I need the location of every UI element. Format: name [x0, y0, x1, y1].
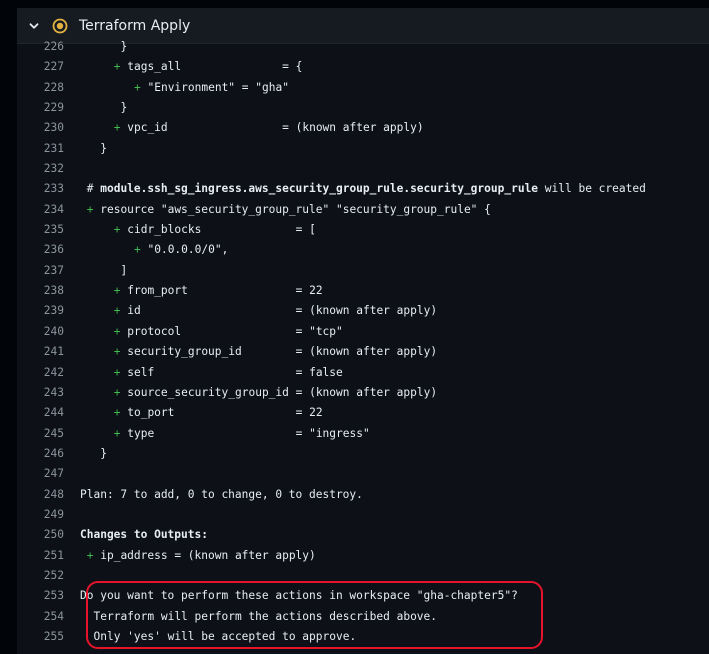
- log-text: + type = "ingress": [113, 426, 370, 440]
- line-number: 250: [43, 528, 64, 542]
- log-text: }: [120, 40, 128, 53]
- line-number: 245: [43, 426, 64, 440]
- line-number: 226: [43, 40, 64, 53]
- log-text: + "Environment" = "gha": [134, 80, 289, 94]
- log-text: + source_security_group_id = (known afte…: [113, 385, 438, 399]
- line-number: 230: [43, 121, 64, 135]
- log-text: + ip_address = (known after apply): [86, 548, 316, 562]
- plus-marker: +: [113, 121, 128, 135]
- log-text: ]: [120, 263, 128, 277]
- line-number: 244: [43, 406, 64, 420]
- log-text: Changes to Outputs:: [80, 528, 208, 542]
- line-number: 252: [43, 568, 64, 582]
- plus-marker: +: [113, 406, 128, 420]
- log-line: 227 + tags_all = {: [17, 57, 709, 77]
- line-number: 248: [43, 487, 64, 501]
- plus-marker: +: [113, 60, 128, 74]
- log-text: }: [100, 141, 107, 155]
- log-line: 236 + "0.0.0.0/0",: [17, 240, 709, 260]
- log-output: 226} 227 + tags_all = { 228 + "Environment" …: [17, 37, 709, 647]
- plus-marker: +: [113, 304, 128, 318]
- log-text: # module.ssh_sg_ingress.aws_security_gro…: [86, 182, 646, 196]
- job-log-panel: Terraform Apply 226} 227 + tags_all = { 228…: [17, 8, 709, 654]
- step-title: Terraform Apply: [79, 17, 191, 34]
- log-line: 237]: [17, 261, 709, 281]
- line-number: 233: [43, 182, 64, 196]
- plus-marker: +: [86, 548, 101, 562]
- in-progress-icon: [52, 18, 68, 34]
- line-number: 249: [43, 507, 64, 521]
- line-number: 243: [43, 385, 64, 399]
- line-number: 228: [43, 80, 64, 94]
- log-text: + to_port = 22: [113, 406, 323, 420]
- log-text: Plan: 7 to add, 0 to change, 0 to destro…: [80, 487, 363, 501]
- log-text: + "0.0.0.0/0",: [134, 243, 229, 257]
- log-text: + vpc_id = (known after apply): [113, 121, 424, 135]
- line-number: 242: [43, 365, 64, 379]
- line-number: 246: [43, 446, 64, 460]
- log-line: 242 + self = false: [17, 363, 709, 383]
- log-line: 232: [17, 159, 709, 179]
- log-text: + tags_all = {: [113, 60, 303, 74]
- line-number: 234: [43, 202, 64, 216]
- log-line: 234 + resource "aws_security_group_rule" …: [17, 200, 709, 220]
- line-number: 231: [43, 141, 64, 155]
- line-number: 235: [43, 223, 64, 237]
- log-line: 248 Plan: 7 to add, 0 to change, 0 to des…: [17, 485, 709, 505]
- log-text: + cidr_blocks = [: [113, 223, 316, 237]
- log-text: + from_port = 22: [113, 284, 323, 298]
- plus-marker: +: [113, 426, 128, 440]
- plus-marker: +: [113, 223, 128, 237]
- line-number: 238: [43, 284, 64, 298]
- log-text: + protocol = "tcp": [113, 324, 343, 338]
- plus-marker: +: [113, 385, 128, 399]
- log-line: 241 + security_group_id = (known after ap…: [17, 342, 709, 362]
- line-number: 240: [43, 324, 64, 338]
- log-line: 230 + vpc_id = (known after apply): [17, 118, 709, 138]
- log-line: 251 + ip_address = (known after apply): [17, 546, 709, 566]
- log-line: 239 + id = (known after apply): [17, 301, 709, 321]
- log-line: 228 + "Environment" = "gha": [17, 78, 709, 98]
- approval-prompt-highlight: [86, 581, 543, 649]
- plus-marker: +: [113, 324, 128, 338]
- log-line: 244 + to_port = 22: [17, 403, 709, 423]
- log-line: 249: [17, 505, 709, 525]
- log-text: }: [120, 101, 128, 115]
- log-line: 226}: [17, 37, 709, 57]
- line-number: 239: [43, 304, 64, 318]
- log-line: 245 + type = "ingress": [17, 424, 709, 444]
- log-line: 240 + protocol = "tcp": [17, 322, 709, 342]
- line-number: 227: [43, 60, 64, 74]
- log-line: 231}: [17, 139, 709, 159]
- log-line: 229}: [17, 98, 709, 118]
- line-number: 253: [43, 589, 64, 603]
- log-line: 250 Changes to Outputs:: [17, 525, 709, 545]
- log-line: 233 # module.ssh_sg_ingress.aws_security_…: [17, 179, 709, 199]
- plus-marker: +: [134, 80, 148, 94]
- line-number: 237: [43, 263, 64, 277]
- log-line: 246}: [17, 444, 709, 464]
- log-line: 235 + cidr_blocks = [: [17, 220, 709, 240]
- log-text: + self = false: [113, 365, 343, 379]
- log-text: + id = (known after apply): [113, 304, 438, 318]
- log-text: + resource "aws_security_group_rule" "se…: [86, 202, 491, 216]
- plus-marker: +: [134, 243, 148, 257]
- plus-marker: +: [113, 284, 128, 298]
- line-number: 255: [43, 629, 64, 643]
- line-number: 232: [43, 162, 64, 176]
- log-line: 238 + from_port = 22: [17, 281, 709, 301]
- line-number: 251: [43, 548, 64, 562]
- line-number: 247: [43, 467, 64, 481]
- log-text: }: [100, 446, 107, 460]
- line-number: 241: [43, 345, 64, 359]
- log-text: + security_group_id = (known after apply…: [113, 345, 438, 359]
- plus-marker: +: [113, 345, 128, 359]
- log-line: 243 + source_security_group_id = (known a…: [17, 383, 709, 403]
- log-line: 247: [17, 464, 709, 484]
- line-number: 229: [43, 101, 64, 115]
- plus-marker: +: [86, 202, 101, 216]
- plus-marker: +: [113, 365, 128, 379]
- line-number: 254: [43, 609, 64, 623]
- line-number: 236: [43, 243, 64, 257]
